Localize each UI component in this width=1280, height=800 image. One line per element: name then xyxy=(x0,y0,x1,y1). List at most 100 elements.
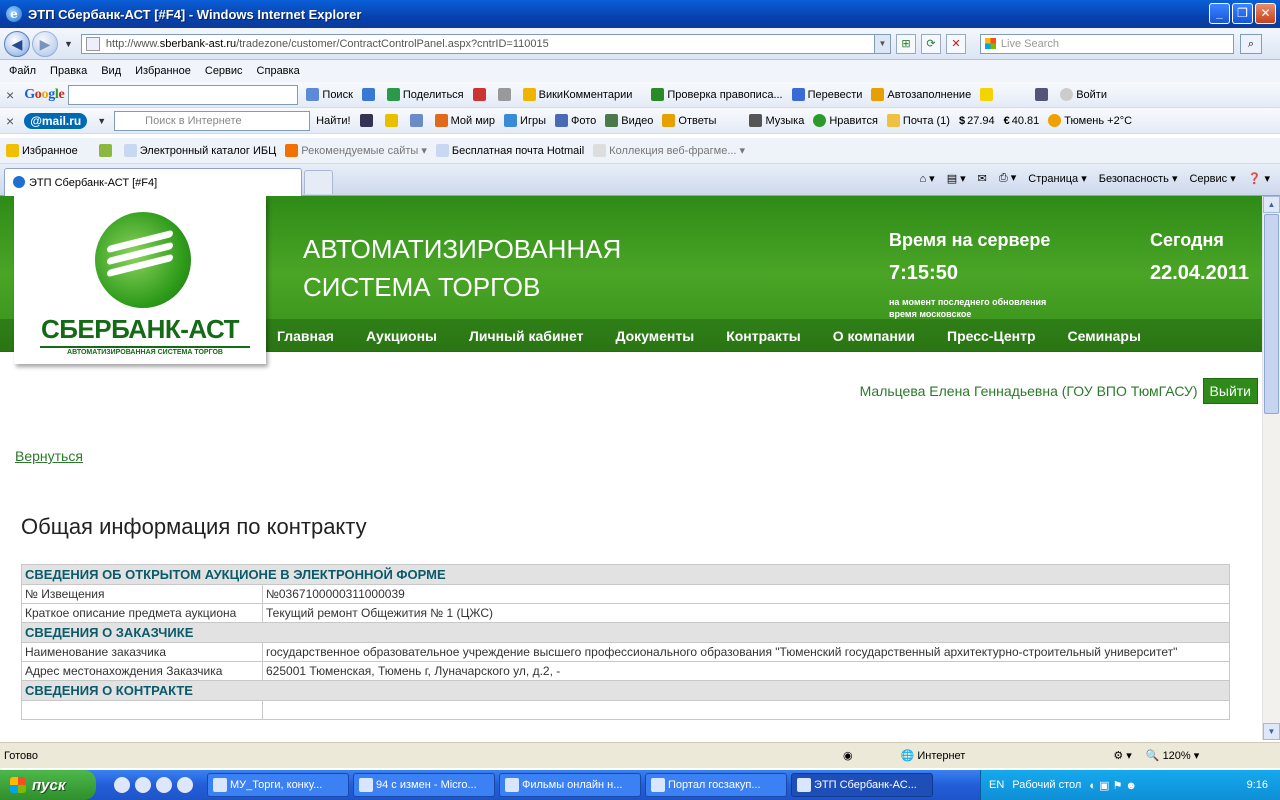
task-word-torgi[interactable]: МУ_Торги, конку... xyxy=(207,773,349,797)
popup-blocker-button[interactable] xyxy=(472,88,489,101)
ie-quick-icon[interactable] xyxy=(114,777,130,793)
desktop-toolbar[interactable]: Рабочий стол xyxy=(1012,779,1081,791)
history-dropdown[interactable]: ▼ xyxy=(64,39,73,49)
nav-press[interactable]: Пресс-Центр xyxy=(947,328,1036,344)
add-favorite-button[interactable] xyxy=(98,144,115,157)
highlight-button[interactable] xyxy=(980,88,996,101)
section-header-contract: СВЕДЕНИЯ О КОНТРАКТЕ xyxy=(21,680,1230,701)
people-icon xyxy=(434,114,448,127)
mailru-dropdown[interactable]: ▼ xyxy=(97,116,106,126)
refresh-button[interactable]: ⟳ xyxy=(920,33,941,54)
tray-icons[interactable]: ◐ ▣ ⚑ ☻ xyxy=(1089,779,1137,792)
spellcheck-button[interactable]: Проверка правописа... xyxy=(651,88,783,101)
tab-sberbank[interactable]: ЭТП Сбербанк-АСТ [#F4] xyxy=(4,168,302,196)
autofill-button[interactable]: Автозаполнение xyxy=(871,88,971,101)
menu-tools[interactable]: Сервис xyxy=(205,65,243,77)
menu-file[interactable]: Файл xyxy=(9,65,36,77)
music-link[interactable]: Музыка xyxy=(749,114,804,127)
minimize-button[interactable]: _ xyxy=(1209,3,1230,24)
mail-link[interactable]: Почта (1) xyxy=(886,114,950,127)
fav-catalog-link[interactable]: Электронный каталог ИБЦ xyxy=(123,144,276,157)
fav-hotmail-link[interactable]: Бесплатная почта Hotmail xyxy=(435,144,584,157)
google-search-button[interactable]: Поиск xyxy=(306,88,353,101)
menu-help[interactable]: Справка xyxy=(257,65,300,77)
protected-mode-icon[interactable]: ⚙ ▾ xyxy=(1113,749,1131,762)
logout-button[interactable]: Выйти xyxy=(1202,378,1258,404)
favorites-button[interactable]: Избранное xyxy=(6,144,78,157)
scroll-down-arrow[interactable]: ▼ xyxy=(1263,723,1280,740)
feeds-icon[interactable]: ▤ ▾ xyxy=(947,172,966,185)
home-icon[interactable]: ⌂ ▾ xyxy=(919,172,934,185)
video-link[interactable]: Видео xyxy=(605,114,653,127)
safety-menu[interactable]: Безопасность ▾ xyxy=(1099,172,1178,185)
sberbank-ast-logo[interactable]: СБЕРБАНК-АСТ АВТОМАТИЗИРОВАННАЯ СИСТЕМА … xyxy=(14,196,266,364)
close-toolbar-icon[interactable]: × xyxy=(6,87,14,103)
font-size-button[interactable] xyxy=(359,114,376,127)
menu-view[interactable]: Вид xyxy=(101,65,121,77)
like-link[interactable]: Нравится xyxy=(813,114,878,127)
server-time: 7:15:50 xyxy=(889,262,958,284)
google-add-button[interactable] xyxy=(361,88,378,101)
games-link[interactable]: Игры xyxy=(504,114,546,127)
signin-button[interactable]: Войти xyxy=(1060,88,1107,101)
mail-icon[interactable]: ✉ xyxy=(978,172,987,185)
maximize-button[interactable]: ❐ xyxy=(1232,3,1253,24)
privacy-icon[interactable]: ◉ xyxy=(843,749,853,762)
answers-link[interactable]: Ответы xyxy=(662,114,716,127)
vertical-scrollbar[interactable]: ▲ ▼ xyxy=(1262,196,1280,740)
fav-webslices-link[interactable]: Коллекция веб-фрагме... ▾ xyxy=(593,144,745,157)
main-nav: Главная Аукционы Личный кабинет Документ… xyxy=(277,328,1141,344)
wiki-comments-button[interactable]: ВикиКомментарии xyxy=(522,88,632,101)
forward-button[interactable]: ▶ xyxy=(32,30,58,57)
help-icon[interactable]: ❓ ▾ xyxy=(1248,172,1270,185)
skype-quick-icon[interactable] xyxy=(177,777,193,793)
share-button[interactable]: Поделиться xyxy=(386,88,464,101)
nav-documents[interactable]: Документы xyxy=(615,328,694,344)
nav-contracts[interactable]: Контракты xyxy=(726,328,801,344)
print-icon[interactable]: ⎙ ▾ xyxy=(999,171,1016,185)
task-goszakupki[interactable]: Портал госзакуп... xyxy=(645,773,787,797)
mailru-find-button[interactable]: Найти! xyxy=(316,115,350,127)
quick-icon[interactable] xyxy=(135,777,151,793)
compat-view-button[interactable]: ⊞ xyxy=(895,33,916,54)
address-input[interactable]: http://www. sberbank-ast.ru/tradezone/cus… xyxy=(80,33,891,54)
back-link[interactable]: Вернуться xyxy=(15,448,83,464)
nav-home[interactable]: Главная xyxy=(277,328,334,344)
search-icon[interactable]: ⌕ xyxy=(1239,33,1262,54)
mailru-search-input[interactable]: Поиск в Интернете xyxy=(114,110,311,131)
scroll-up-arrow[interactable]: ▲ xyxy=(1263,196,1280,213)
nav-seminars[interactable]: Семинары xyxy=(1068,328,1141,344)
task-films[interactable]: Фильмы онлайн н... xyxy=(499,773,641,797)
new-tab-button[interactable] xyxy=(304,170,333,194)
language-indicator[interactable]: EN xyxy=(989,779,1004,791)
nav-about[interactable]: О компании xyxy=(833,328,915,344)
scroll-thumb[interactable] xyxy=(1264,214,1279,414)
weather-link[interactable]: Тюмень +2°C xyxy=(1048,114,1132,127)
task-sberbank-ast[interactable]: ЭТП Сбербанк-АС... xyxy=(791,773,933,797)
moy-mir-link[interactable]: Мой мир xyxy=(434,114,495,127)
options-button[interactable] xyxy=(1035,88,1051,101)
nav-cabinet[interactable]: Личный кабинет xyxy=(469,328,583,344)
google-search-input[interactable] xyxy=(68,84,299,105)
address-dropdown[interactable]: ▼ xyxy=(873,34,890,53)
page-menu[interactable]: Страница ▾ xyxy=(1028,172,1086,185)
nav-auctions[interactable]: Аукционы xyxy=(366,328,437,344)
live-search-input[interactable]: Live Search xyxy=(979,33,1234,54)
zoom-control[interactable]: 🔍 120% ▾ xyxy=(1146,749,1199,762)
fav-suggested-link[interactable]: Рекомендуемые сайты ▾ xyxy=(285,144,427,157)
opera-quick-icon[interactable] xyxy=(156,777,172,793)
menu-edit[interactable]: Правка xyxy=(50,65,87,77)
zoom-button[interactable] xyxy=(409,114,426,127)
back-button[interactable]: ◀ xyxy=(4,30,30,57)
stop-button[interactable]: ✕ xyxy=(945,33,966,54)
menu-favorites[interactable]: Избранное xyxy=(135,65,191,77)
photo-link[interactable]: Фото xyxy=(555,114,596,127)
close-toolbar-icon[interactable]: × xyxy=(6,113,14,129)
close-button[interactable]: ✕ xyxy=(1255,3,1276,24)
translate-button[interactable]: Перевести xyxy=(791,88,862,101)
highlight-button[interactable] xyxy=(384,114,401,127)
bookmarks-button[interactable] xyxy=(497,88,514,101)
task-word-94[interactable]: 94 с измен - Micro... xyxy=(353,773,495,797)
start-button[interactable]: пуск xyxy=(0,770,96,800)
tools-menu[interactable]: Сервис ▾ xyxy=(1189,172,1235,185)
